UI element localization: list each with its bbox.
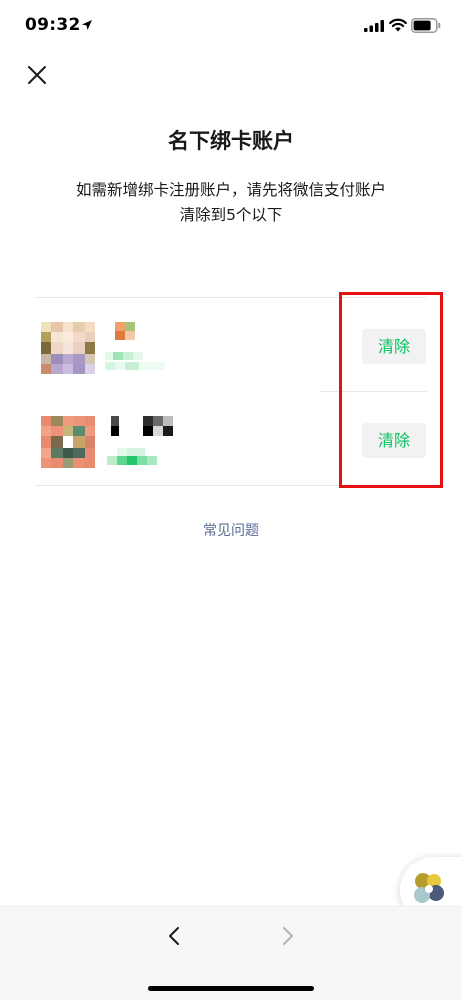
avatar [41,322,95,374]
back-button[interactable] [160,921,190,951]
close-button[interactable] [22,60,52,90]
status-time: 09:32 [25,15,81,35]
avatar [41,416,95,468]
clear-button[interactable]: 清除 [362,423,426,458]
bottom-navigation-bar [0,906,462,1000]
masked-account-name [105,322,165,370]
page-description: 如需新增绑卡注册账户，请先将微信支付账户 清除到5个以下 [30,178,432,228]
close-icon [28,66,46,84]
cellular-signal-icon [364,20,384,32]
faq-link[interactable]: 常见问题 [0,520,462,540]
forward-button[interactable] [272,921,302,951]
divider [35,485,427,486]
battery-icon [411,18,441,33]
account-row: 清除 [35,391,427,485]
description-line-1: 如需新增绑卡注册账户，请先将微信支付账户 [75,181,386,199]
account-row: 清除 [35,297,427,391]
chevron-left-icon [169,927,179,945]
status-bar: 09:32 [0,0,462,54]
clear-button[interactable]: 清除 [362,329,426,364]
location-arrow-icon [82,20,92,30]
page-title: 名下绑卡账户 [168,129,294,153]
mini-program-icon [414,873,444,903]
home-indicator [148,986,314,991]
masked-account-name [107,416,173,465]
wifi-icon [389,18,407,32]
description-line-2: 清除到5个以下 [179,206,283,224]
chevron-right-icon [283,927,293,945]
